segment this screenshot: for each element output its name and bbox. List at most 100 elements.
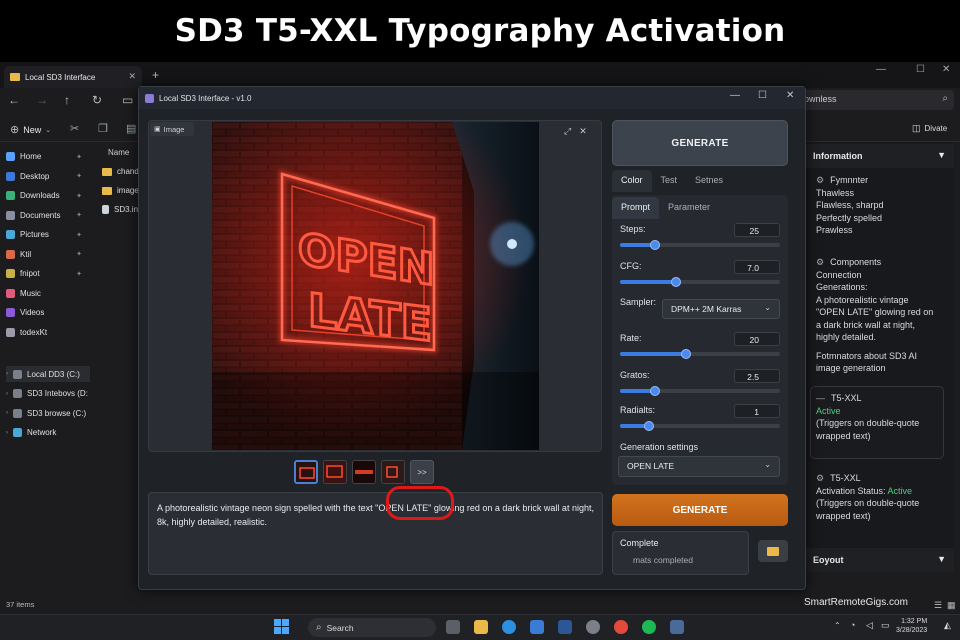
slider-value-input[interactable]: 25 bbox=[734, 223, 780, 237]
minimize-icon[interactable]: — bbox=[876, 64, 886, 75]
sidebar-item-label: Documents bbox=[20, 210, 61, 220]
slider-value-input[interactable]: 7.0 bbox=[734, 260, 780, 274]
tab-test[interactable]: Test bbox=[652, 170, 687, 192]
refresh-icon[interactable]: ↻ bbox=[92, 93, 102, 107]
generate-button[interactable]: GENERATE bbox=[612, 494, 788, 526]
thumbnail[interactable] bbox=[381, 460, 405, 484]
maximize-icon[interactable]: ☐ bbox=[916, 64, 925, 75]
file-row[interactable]: SD3.ini bbox=[102, 205, 140, 214]
close-icon[interactable]: ✕ bbox=[128, 71, 136, 82]
sidebar-item-fnipot[interactable]: fnipot ✦ bbox=[6, 269, 90, 278]
slider-track[interactable] bbox=[620, 386, 780, 396]
back-icon[interactable]: ← bbox=[8, 93, 20, 107]
thumbnails-next-button[interactable]: >> bbox=[410, 460, 434, 484]
link-icon[interactable]: ⤢ bbox=[564, 126, 571, 137]
sidebar-drive-2[interactable]: › SD3 browse (C:) bbox=[6, 405, 90, 421]
new-tab-icon[interactable]: + bbox=[152, 68, 159, 82]
generation-settings-value: OPEN LATE bbox=[627, 461, 675, 471]
edge-icon[interactable] bbox=[502, 620, 516, 634]
slider-value-input[interactable]: 2.5 bbox=[734, 369, 780, 383]
sidebar-drive-1[interactable]: › SD3 Intebovs (D: bbox=[6, 386, 90, 402]
generate-button-top[interactable]: GENERATE bbox=[612, 120, 788, 166]
close-window-icon[interactable]: ✕ bbox=[942, 64, 950, 75]
spotify-icon[interactable] bbox=[642, 620, 656, 634]
thumbnail[interactable] bbox=[323, 460, 347, 484]
information-header[interactable]: Information ▼ bbox=[806, 144, 954, 168]
file-row[interactable]: chandi bbox=[102, 167, 141, 176]
tiles-view-icon[interactable]: ▦ bbox=[947, 600, 956, 611]
open-folder-button[interactable] bbox=[758, 540, 788, 562]
tab-prompt[interactable]: Prompt bbox=[612, 197, 660, 219]
sidebar-item-pictures[interactable]: Pictures ✦ bbox=[6, 230, 90, 239]
sidebar-item-ktil[interactable]: Ktil ✦ bbox=[6, 249, 90, 259]
taskbar-search[interactable]: ⌕ Search bbox=[308, 618, 436, 637]
sd3-app-icon[interactable] bbox=[670, 620, 684, 634]
task-view-icon[interactable] bbox=[446, 620, 460, 634]
generation-settings-select[interactable]: OPEN LATE ⌄ bbox=[618, 456, 780, 477]
divate-button[interactable]: ◫ Divate bbox=[912, 123, 947, 134]
prompt-textarea[interactable]: A photorealistic vintage neon sign spell… bbox=[148, 492, 603, 575]
slider-track[interactable] bbox=[620, 277, 780, 287]
sidebar-item-todexkt[interactable]: todexKt bbox=[6, 327, 90, 337]
folder-icon bbox=[10, 73, 20, 81]
tab-setnes[interactable]: Setnes bbox=[686, 170, 732, 192]
t5-activation-section: ⚙ T5-XXL Activation Status: Active (Trigg… bbox=[816, 472, 919, 522]
generated-image[interactable]: OPEN LATE bbox=[212, 122, 539, 450]
sidebar-item-documents[interactable]: Documents ✦ bbox=[6, 210, 90, 220]
sidebar-drive-0[interactable]: › Local DD3 (C:) bbox=[6, 366, 90, 382]
slider-track[interactable] bbox=[620, 240, 780, 250]
details-view-icon[interactable]: ☰ bbox=[934, 600, 942, 611]
sidebar-item-videos[interactable]: Videos bbox=[6, 308, 90, 317]
slider-track[interactable] bbox=[620, 349, 780, 359]
wifi-icon[interactable]: ◔ bbox=[850, 620, 855, 630]
banner-title: SD3 T5-XXL Typography Activation bbox=[174, 13, 786, 49]
store-icon[interactable] bbox=[530, 620, 544, 634]
slider-track[interactable] bbox=[620, 421, 780, 431]
copy-icon[interactable]: ❐ bbox=[98, 122, 108, 135]
view-icon[interactable]: ▭ bbox=[122, 93, 133, 107]
tab-color[interactable]: Color bbox=[612, 170, 652, 192]
sidebar-drive-3[interactable]: › Network bbox=[6, 425, 90, 441]
minimize-icon[interactable]: — bbox=[730, 90, 740, 101]
explorer-tab[interactable]: Local SD3 Interface ✕ bbox=[4, 66, 142, 88]
slider-value-input[interactable]: 20 bbox=[734, 332, 780, 346]
settings-icon[interactable] bbox=[586, 620, 600, 634]
file-explorer-icon[interactable] bbox=[474, 620, 488, 634]
chevron-up-icon[interactable]: ⌃ bbox=[834, 621, 841, 630]
thumbnail[interactable] bbox=[294, 460, 318, 484]
sidebar-item-home[interactable]: Home ✦ bbox=[6, 152, 90, 161]
pin-icon: ✦ bbox=[76, 173, 82, 180]
thumbnail[interactable] bbox=[352, 460, 376, 484]
maximize-icon[interactable]: ☐ bbox=[758, 90, 767, 101]
image-label-text: Image bbox=[163, 124, 185, 134]
taskbar-clock[interactable]: 1:32 PM 3/28/2023 bbox=[896, 617, 927, 635]
new-button[interactable]: ⊕ New ⌄ bbox=[10, 123, 51, 136]
sidebar-item-music[interactable]: Music bbox=[6, 288, 90, 298]
slider-handle[interactable] bbox=[680, 349, 691, 359]
chrome-icon[interactable] bbox=[614, 620, 628, 634]
sampler-select[interactable]: DPM++ 2M Karras ⌄ bbox=[662, 299, 780, 319]
paste-icon[interactable]: ▤ bbox=[126, 122, 136, 135]
volume-icon[interactable]: ◁ bbox=[866, 620, 873, 631]
layout-header[interactable]: Eoyout ▼ bbox=[806, 548, 954, 572]
column-header-name[interactable]: Name bbox=[108, 148, 129, 157]
forward-icon[interactable]: → bbox=[36, 93, 48, 107]
tab-parameter[interactable]: Parameter bbox=[659, 197, 719, 219]
up-icon[interactable]: ↑ bbox=[64, 93, 70, 107]
cut-icon[interactable]: ✂ bbox=[70, 122, 79, 135]
sidebar-item-desktop[interactable]: Desktop ✦ bbox=[6, 171, 90, 181]
taskbar-search-label: Search bbox=[326, 622, 354, 633]
sidebar-item-label: Videos bbox=[20, 308, 45, 317]
notification-icon[interactable]: ◭ bbox=[944, 620, 951, 631]
slider-handle[interactable] bbox=[671, 277, 681, 287]
slider-value-input[interactable]: 1 bbox=[734, 404, 780, 418]
battery-icon[interactable]: ▭ bbox=[881, 620, 890, 631]
close-icon[interactable]: ✕ bbox=[786, 90, 794, 101]
explorer-search-input[interactable]: ownless ⌕ bbox=[790, 90, 954, 110]
start-icon[interactable] bbox=[274, 619, 289, 634]
sidebar-item-downloads[interactable]: Downloads ✦ bbox=[6, 191, 90, 200]
close-icon[interactable]: ✕ bbox=[579, 126, 587, 137]
terminal-icon[interactable] bbox=[558, 620, 572, 634]
folder-icon bbox=[6, 308, 15, 317]
slider-handle[interactable] bbox=[643, 421, 654, 431]
